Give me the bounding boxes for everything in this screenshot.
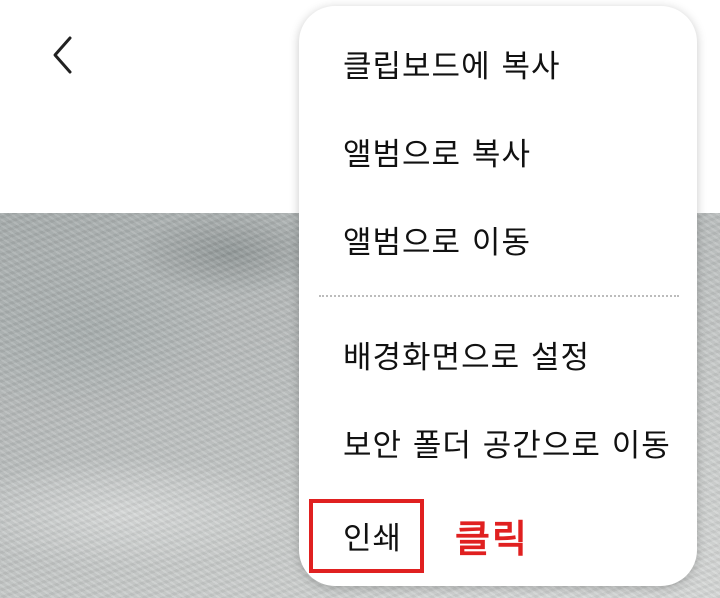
menu-item-copy-to-album[interactable]: 앨범으로 복사 (299, 116, 697, 186)
menu-item-move-to-secure-folder[interactable]: 보안 폴더 공간으로 이동 (299, 407, 697, 477)
menu-item-label: 앨범으로 이동 (343, 224, 531, 261)
chevron-left-icon (53, 36, 72, 74)
menu-divider (319, 295, 679, 297)
menu-item-move-to-album[interactable]: 앨범으로 이동 (299, 204, 697, 274)
menu-item-label: 클립보드에 복사 (343, 48, 561, 85)
menu-item-label: 보안 폴더 공간으로 이동 (343, 427, 671, 464)
menu-item-copy-to-clipboard[interactable]: 클립보드에 복사 (299, 28, 697, 98)
menu-item-label: 앨범으로 복사 (343, 136, 531, 173)
highlight-box (309, 499, 424, 573)
menu-item-set-as-wallpaper[interactable]: 배경화면으로 설정 (299, 319, 697, 389)
back-button[interactable] (38, 28, 88, 82)
click-annotation: 클릭 (455, 517, 529, 561)
menu-item-label: 배경화면으로 설정 (343, 339, 591, 376)
